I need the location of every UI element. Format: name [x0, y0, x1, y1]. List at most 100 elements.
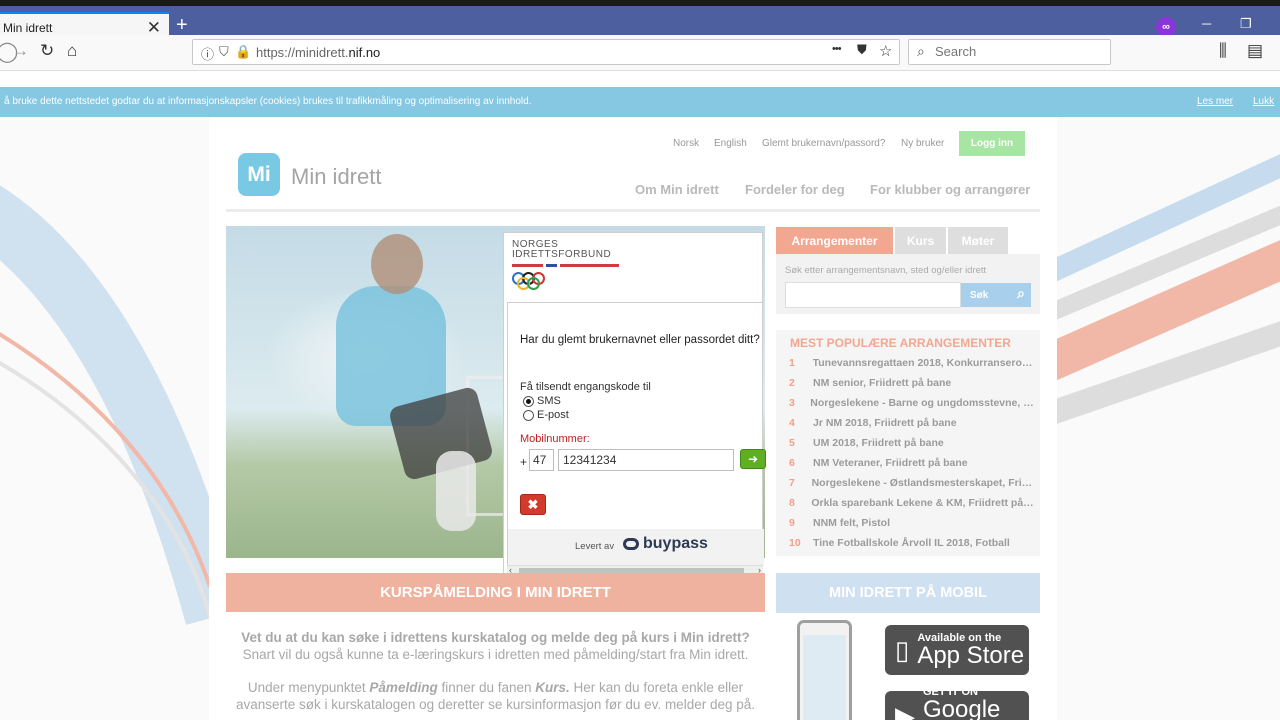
nav-om-min-idrett[interactable]: Om Min idrett	[635, 182, 719, 197]
mobile-banner: MIN IDRETT PÅ MOBIL	[776, 573, 1040, 613]
event-search-button[interactable]: Søk ⌕	[961, 283, 1031, 307]
country-code-input[interactable]	[529, 449, 554, 471]
list-item-name[interactable]: UM 2018, Friidrett på bane	[813, 437, 944, 449]
list-item-number: 10	[789, 537, 801, 549]
kurs-intro-text: Snart vil du også kunne ta e-læringskurs…	[242, 647, 749, 662]
list-item-number: 7	[789, 477, 795, 489]
kurs-text-c: finner du fanen	[437, 680, 536, 695]
event-search-panel: Søk etter arrangementsnavn, sted og/elle…	[776, 254, 1040, 314]
play-icon: ▶	[895, 700, 915, 720]
flag-bar-red	[512, 264, 543, 267]
shield-icon[interactable]: ⛉	[219, 44, 229, 60]
kurs-text-pamelding: Påmelding	[369, 680, 438, 695]
list-item[interactable]: 7 Norgeslekene - Østlandsmesterskapet, Fr…	[789, 477, 1034, 489]
list-item-name[interactable]: Tunevannsregattaen 2018, Konkurranseroin…	[813, 357, 1034, 369]
new-tab-icon[interactable]: +	[176, 14, 188, 37]
forward-icon[interactable]: →	[12, 41, 29, 61]
phone-icon: ▯	[895, 634, 910, 665]
dialog-content: Har du glemt brukernavnet eller passorde…	[507, 302, 766, 567]
list-item[interactable]: 6 NM Veteraner, Friidrett på bane	[789, 457, 1034, 469]
sidebar-icon[interactable]: ▤	[1247, 41, 1263, 61]
dialog-title: Har du glemt brukernavnet eller passorde…	[520, 334, 760, 346]
tab-title: Min idrett	[3, 20, 53, 35]
browser-search-bar[interactable]: ⌕	[908, 39, 1111, 65]
buypass-icon	[623, 538, 639, 550]
home-icon[interactable]: ⌂	[67, 41, 77, 61]
phone-illustration	[797, 620, 852, 720]
kurs-paragraph-line2: avanserte søk i kurskatalogen og derette…	[236, 697, 755, 712]
private-browsing-icon: ∞	[1156, 17, 1176, 37]
url-bar[interactable]: ⓘ ⛉ 🔒 https://minidrett.nif.no ••• ⛊ ☆	[192, 39, 900, 65]
radio-sms-button[interactable]	[523, 395, 534, 407]
list-item-name[interactable]: Norgeslekene - Østlandsmesterskapet, Fri…	[812, 477, 1034, 489]
bookmark-star-icon[interactable]: ☆	[879, 42, 892, 60]
country-code-plus: +	[520, 455, 528, 469]
list-item-name[interactable]: Orkla sparebank Lekene & KM, Friidrett p…	[811, 497, 1034, 509]
browser-toolbar: ◯ → ↻ ⌂ ⓘ ⛉ 🔒 https://minidrett.nif.no •…	[0, 35, 1280, 71]
list-item[interactable]: 1 Tunevannsregattaen 2018, Konkurranseroi…	[789, 357, 1034, 369]
cookie-close-link[interactable]: Lukk	[1253, 96, 1274, 107]
list-item[interactable]: 3 Norgeslekene - Barne og ungdomsstevne, …	[789, 397, 1034, 409]
list-item-name[interactable]: NM Veteraner, Friidrett på bane	[813, 457, 968, 469]
buypass-text: buypass	[643, 535, 708, 552]
login-button[interactable]: Logg inn	[959, 131, 1025, 156]
browser-search-input[interactable]	[935, 44, 1105, 59]
tab-kurs[interactable]: Kurs	[895, 227, 946, 254]
radio-sms[interactable]: SMS	[523, 395, 561, 407]
url-text[interactable]: https://minidrett.nif.no	[256, 45, 380, 60]
kurs-text-kurs: Kurs.	[535, 680, 570, 695]
magnifier-icon: ⌕	[1017, 285, 1025, 301]
nav-fordeler[interactable]: Fordeler for deg	[745, 182, 845, 197]
list-item-name[interactable]: Jr NM 2018, Friidrett på bane	[813, 417, 957, 429]
list-item[interactable]: 9 NNM felt, Pistol	[789, 517, 1034, 529]
cookie-banner: å bruke dette nettstedet godtar du at in…	[0, 87, 1280, 117]
radio-email-button[interactable]	[523, 409, 534, 421]
forgot-credentials-link[interactable]: Glemt brukernavn/passord?	[762, 138, 885, 149]
pocket-icon[interactable]: ⛊	[857, 42, 867, 58]
info-icon[interactable]: ⓘ	[201, 44, 214, 63]
list-item[interactable]: 8 Orkla sparebank Lekene & KM, Friidrett …	[789, 497, 1034, 509]
phone-number-input[interactable]	[558, 449, 734, 471]
popular-events-title: MEST POPULÆRE ARRANGEMENTER	[790, 336, 1011, 350]
list-item[interactable]: 5 UM 2018, Friidrett på bane	[789, 437, 1034, 449]
logo-text[interactable]: Min idrett	[291, 164, 381, 190]
nav-klubber-arrangorer[interactable]: For klubber og arrangører	[870, 182, 1030, 197]
cookie-read-more-link[interactable]: Les mer	[1197, 96, 1233, 107]
event-search-input[interactable]	[785, 282, 961, 308]
google-play-badge[interactable]: ▶ GET IT ON Google Play	[885, 686, 1029, 720]
forgot-password-dialog: NORGES IDRETTSFORBUND Har du glemt bruke…	[503, 232, 766, 576]
list-item-name[interactable]: Norgeslekene - Barne og ungdomsstevne, F…	[810, 397, 1034, 409]
search-icon: ⌕	[917, 43, 925, 59]
submit-arrow-button[interactable]: ➜	[740, 449, 766, 469]
tab-moter[interactable]: Møter	[948, 227, 1008, 254]
reload-icon[interactable]: ↻	[40, 41, 54, 61]
language-norsk-link[interactable]: Norsk	[673, 138, 699, 149]
tab-arrangementer[interactable]: Arrangementer	[776, 227, 893, 254]
list-item-number: 9	[789, 517, 795, 529]
page-actions-icon[interactable]: •••	[832, 43, 842, 55]
radio-email[interactable]: E-post	[523, 409, 569, 421]
app-store-badge[interactable]: ▯ Available on the App Store	[885, 625, 1029, 675]
flag-bar-blue	[546, 264, 557, 267]
library-icon[interactable]: ⫼	[1219, 41, 1227, 61]
list-item[interactable]: 4 Jr NM 2018, Friidrett på bane	[789, 417, 1034, 429]
min-idrett-logo-icon[interactable]: Mi	[238, 153, 280, 196]
list-item-number: 3	[789, 397, 795, 409]
new-user-link[interactable]: Ny bruker	[901, 138, 944, 149]
list-item-name[interactable]: Tine Fotballskole Årvoll IL 2018, Fotbal…	[813, 537, 1010, 549]
language-english-link[interactable]: English	[714, 138, 747, 149]
lock-icon[interactable]: 🔒	[235, 44, 251, 60]
restore-icon[interactable]: ❐	[1240, 16, 1252, 32]
list-item-name[interactable]: NNM felt, Pistol	[813, 517, 890, 529]
dialog-footer: Levert av buypass	[508, 529, 764, 566]
browser-titlebar: Min idrett ✕ + ∞ ─ ❐	[0, 0, 1280, 41]
list-item[interactable]: 2 NM senior, Friidrett på bane	[789, 377, 1034, 389]
cancel-button[interactable]: ✖	[520, 494, 546, 515]
url-scheme: https://minidrett.	[256, 45, 349, 60]
list-item-name[interactable]: NM senior, Friidrett på bane	[813, 377, 951, 389]
list-item[interactable]: 10 Tine Fotballskole Årvoll IL 2018, Fotb…	[789, 537, 1034, 549]
minimize-icon[interactable]: ─	[1202, 16, 1211, 31]
kurs-text-a: Under menypunktet	[247, 680, 370, 695]
nif-logo-text: NORGES IDRETTSFORBUND	[512, 240, 611, 260]
event-search-hint: Søk etter arrangementsnavn, sted og/elle…	[785, 265, 987, 276]
